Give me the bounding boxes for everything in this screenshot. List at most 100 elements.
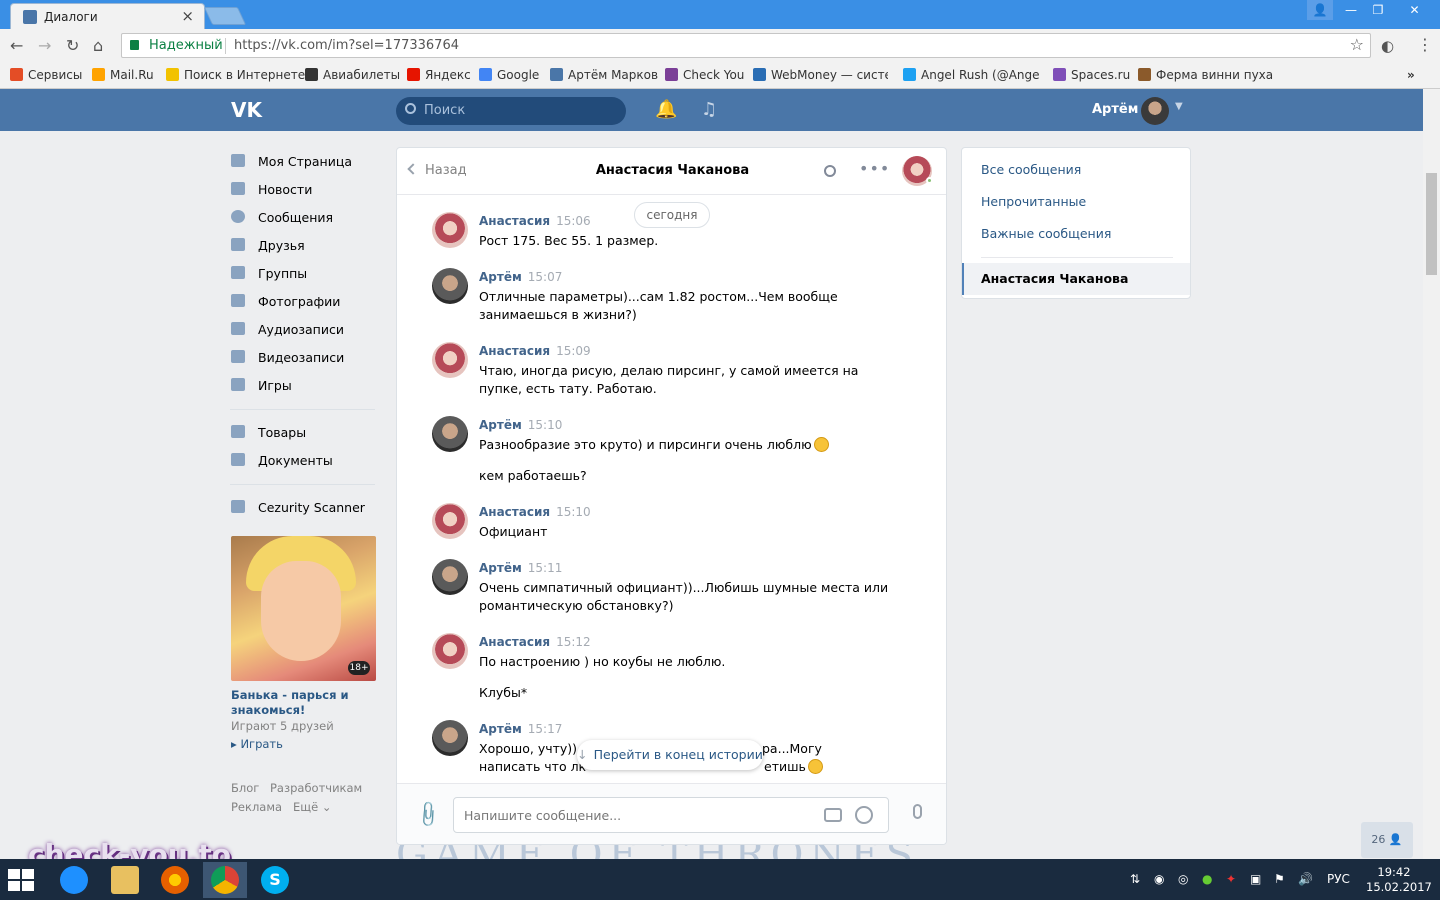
filter-important[interactable]: Важные сообщения: [981, 226, 1111, 241]
tray-clock[interactable]: 19:42 15.02.2017: [1366, 865, 1432, 895]
taskbar-ie[interactable]: [52, 862, 96, 898]
bookmark-twitter[interactable]: Angel Rush (@AngelR: [903, 68, 1039, 82]
bookmark-star-icon[interactable]: ☆: [1350, 35, 1364, 54]
menu-item-goods[interactable]: Товары: [230, 421, 380, 443]
message-author[interactable]: Артём 15:17: [479, 722, 562, 736]
bookmark-artem[interactable]: Артём Марков: [550, 68, 658, 82]
bookmark-avia[interactable]: Авиабилеты: [305, 68, 400, 82]
window-close-icon[interactable]: ✕: [1391, 0, 1438, 20]
url-text[interactable]: https://vk.com/im?sel=177336764: [234, 38, 459, 53]
bookmark-checkyou[interactable]: Check You: [665, 68, 744, 82]
page-scrollbar[interactable]: [1423, 89, 1440, 859]
bookmark-mailru[interactable]: Mail.Ru: [92, 68, 154, 82]
music-note-icon[interactable]: ♫: [701, 99, 717, 120]
bell-icon[interactable]: 🔔: [655, 99, 677, 120]
message-author[interactable]: Артём 15:11: [479, 561, 562, 575]
message-input[interactable]: [464, 806, 804, 824]
message-avatar[interactable]: [432, 503, 468, 539]
browser-tab-dialogs[interactable]: Диалоги ×: [10, 3, 205, 30]
friends-online-button[interactable]: 26 👤: [1361, 822, 1413, 858]
message-avatar[interactable]: [432, 268, 468, 304]
tray-app-icon[interactable]: ◉: [1154, 872, 1164, 886]
message-author[interactable]: Анастасия 15:09: [479, 344, 591, 358]
ad-play-link[interactable]: ▸ Играть: [231, 737, 283, 751]
omnibox[interactable]: Надежный https://vk.com/im?sel=177336764…: [121, 33, 1371, 58]
taskbar-skype[interactable]: S: [253, 862, 297, 898]
menu-item-documents[interactable]: Документы: [230, 449, 380, 471]
bookmark-spaces[interactable]: Spaces.ru: [1053, 68, 1130, 82]
search-icon[interactable]: [824, 165, 836, 177]
extension-icon[interactable]: ◐: [1381, 37, 1394, 55]
tray-steam-icon[interactable]: ◎: [1178, 872, 1188, 886]
message-author[interactable]: Анастасия 15:06: [479, 214, 591, 228]
message-avatar[interactable]: [432, 342, 468, 378]
tray-flag-icon[interactable]: ⚑: [1274, 872, 1285, 886]
menu-item-cezurity[interactable]: Cezurity Scanner: [230, 496, 380, 518]
menu-item-groups[interactable]: Группы: [230, 262, 380, 284]
jump-to-end-button[interactable]: ↓ Перейти в конец истории: [577, 740, 763, 770]
profile-icon[interactable]: 👤: [1307, 0, 1333, 20]
bookmark-services[interactable]: Сервисы: [10, 68, 82, 82]
taskbar-chrome[interactable]: [203, 862, 247, 898]
taskbar-firefox[interactable]: [153, 862, 197, 898]
tab-close-icon[interactable]: ×: [181, 7, 194, 25]
windows-start-icon[interactable]: [8, 869, 34, 891]
menu-kebab-icon[interactable]: ⋮: [1417, 35, 1433, 54]
ad-game-image[interactable]: 18+: [231, 536, 376, 681]
reload-icon[interactable]: ↻: [66, 36, 79, 55]
message-author[interactable]: Артём 15:10: [479, 418, 562, 432]
tray-network-icon[interactable]: ⇅: [1130, 872, 1140, 886]
header-user-name[interactable]: Артём: [1092, 102, 1138, 117]
tray-language[interactable]: РУС: [1327, 872, 1350, 886]
new-tab-button[interactable]: [203, 7, 247, 25]
message-avatar[interactable]: [432, 416, 468, 452]
filter-unread[interactable]: Непрочитанные: [981, 194, 1086, 209]
menu-item-games[interactable]: Игры: [230, 374, 380, 396]
footer-blog-link[interactable]: Блог: [231, 781, 259, 795]
menu-item-video[interactable]: Видеозаписи: [230, 346, 380, 368]
tray-utorrent-icon[interactable]: ●: [1202, 872, 1212, 886]
paperclip-icon[interactable]: 📎: [413, 799, 444, 830]
chat-partner-avatar[interactable]: [902, 156, 933, 186]
chevron-down-icon[interactable]: ▼: [1175, 101, 1183, 112]
maximize-icon[interactable]: ❐: [1365, 0, 1391, 20]
forward-arrow-icon[interactable]: →: [38, 36, 51, 55]
footer-developers-link[interactable]: Разработчикам: [270, 781, 362, 795]
taskbar-explorer[interactable]: [103, 862, 147, 898]
menu-item-news[interactable]: Новости: [230, 178, 380, 200]
microphone-icon[interactable]: [913, 804, 922, 819]
tray-antivirus-icon[interactable]: ✦: [1226, 872, 1236, 886]
bookmark-farm[interactable]: Ферма винни пуха -: [1138, 68, 1273, 82]
message-avatar[interactable]: [432, 212, 468, 248]
footer-ads-link[interactable]: Реклама: [231, 800, 282, 814]
bookmark-webmoney[interactable]: WebMoney — систем: [753, 68, 888, 82]
camera-icon[interactable]: [824, 808, 842, 822]
message-author[interactable]: Анастасия 15:12: [479, 635, 591, 649]
scrollbar-thumb[interactable]: [1426, 173, 1437, 275]
bookmarks-overflow-icon[interactable]: »: [1407, 68, 1415, 82]
vk-logo-icon[interactable]: VK: [231, 98, 265, 122]
emoji-smile-icon[interactable]: [855, 806, 873, 824]
bookmark-google[interactable]: Google: [479, 68, 539, 82]
menu-item-photos[interactable]: Фотографии: [230, 290, 380, 312]
more-dots-icon[interactable]: •••: [859, 159, 890, 178]
ad-title[interactable]: Банька - парься и знакомься!: [231, 688, 376, 718]
filter-all-messages[interactable]: Все сообщения: [981, 162, 1081, 177]
menu-item-audio[interactable]: Аудиозаписи: [230, 318, 380, 340]
home-icon[interactable]: ⌂: [93, 36, 103, 55]
message-author[interactable]: Анастасия 15:10: [479, 505, 591, 519]
tray-clipboard-icon[interactable]: ▣: [1250, 872, 1261, 886]
vk-search-input[interactable]: Поиск: [396, 97, 626, 125]
footer-more-link[interactable]: Ещё ⌄: [293, 800, 331, 814]
message-author[interactable]: Артём 15:07: [479, 270, 562, 284]
message-avatar[interactable]: [432, 559, 468, 595]
active-dialog-item[interactable]: Анастасия Чаканова: [962, 263, 1190, 295]
minimize-icon[interactable]: —: [1337, 0, 1365, 20]
header-avatar[interactable]: [1141, 97, 1169, 125]
tray-volume-icon[interactable]: 🔊: [1298, 872, 1313, 886]
menu-item-friends[interactable]: Друзья: [230, 234, 380, 256]
bookmark-search[interactable]: Поиск в Интернете: [166, 68, 305, 82]
message-avatar[interactable]: [432, 633, 468, 669]
message-avatar[interactable]: [432, 720, 468, 756]
bookmark-yandex[interactable]: Яндекс: [407, 68, 471, 82]
